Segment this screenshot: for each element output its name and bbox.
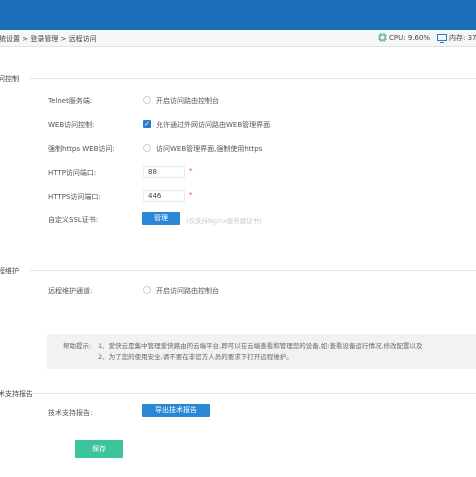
tech-report-label: 技术支持报告:	[48, 409, 93, 417]
telnet-option-text: 开启访问路由控制台	[156, 97, 219, 105]
monitor-icon	[437, 33, 447, 43]
section-divider	[30, 393, 476, 394]
ssl-cert-label: 自定义SSL证书:	[48, 216, 99, 224]
help-line-1: 1、爱快云是集中管理爱快路由的云端平台,即可以在云端查看和管理您的设备,如:查看…	[98, 342, 423, 350]
help-box: 帮助提示: 1、爱快云是集中管理爱快路由的云端平台,即可以在云端查看和管理您的设…	[47, 334, 476, 369]
export-report-button[interactable]: 导出技术报告	[142, 404, 210, 417]
section-title-tech-support: 术支持报告	[0, 390, 33, 398]
maintenance-channel-toggle[interactable]	[143, 286, 151, 294]
http-port-label: HTTP访问端口:	[48, 169, 97, 177]
section-divider	[30, 270, 476, 271]
section-divider	[30, 78, 476, 79]
maintenance-channel-label: 远程维护通道:	[48, 287, 93, 295]
top-header-bar	[0, 0, 476, 30]
help-line-2: 2、为了您的使用安全,请不要在非官方人员的要求下打开远程维护。	[98, 353, 293, 361]
https-port-input[interactable]: 446	[143, 190, 185, 202]
maintenance-channel-option-text: 开启访问路由控制台	[156, 287, 219, 295]
telnet-label: Telnet服务端:	[48, 97, 93, 105]
http-port-input[interactable]: 88	[143, 166, 185, 178]
breadcrumb-bar: 统设置 > 登录管理 > 远程访问 CPU: 9.60% 内存: 37	[0, 30, 476, 47]
cpu-icon	[378, 33, 387, 42]
web-access-option-text: 允许通过外网访问路由WEB管理界面	[156, 121, 271, 129]
https-port-label: HTTPS访问端口:	[48, 193, 101, 201]
memory-status: 内存: 37	[437, 33, 476, 43]
memory-value: 内存: 37	[449, 34, 476, 42]
https-force-option-text: 访问WEB管理界面,强制使用https	[156, 145, 263, 153]
ssl-hint: (仅支持Nginx服务器证书)	[186, 217, 262, 225]
section-title-remote-control: 问控制	[0, 75, 19, 83]
telnet-toggle[interactable]	[143, 96, 151, 104]
ssl-manage-button[interactable]: 管理	[142, 212, 180, 225]
cpu-status: CPU: 9.60%	[378, 33, 430, 42]
check-icon: ✓	[144, 120, 150, 128]
help-label: 帮助提示:	[63, 342, 92, 350]
section-title-remote-maintenance: 程维护	[0, 267, 19, 275]
web-access-checkbox[interactable]: ✓	[143, 120, 151, 128]
web-access-label: WEB访问控制:	[48, 121, 95, 129]
save-button[interactable]: 保存	[75, 440, 123, 458]
required-mark: *	[189, 191, 193, 199]
breadcrumb: 统设置 > 登录管理 > 远程访问	[0, 35, 97, 43]
https-force-label: 强制https WEB访问:	[48, 145, 115, 153]
required-mark: *	[189, 167, 193, 175]
cpu-value: CPU: 9.60%	[389, 33, 431, 42]
https-force-toggle[interactable]	[143, 144, 151, 152]
